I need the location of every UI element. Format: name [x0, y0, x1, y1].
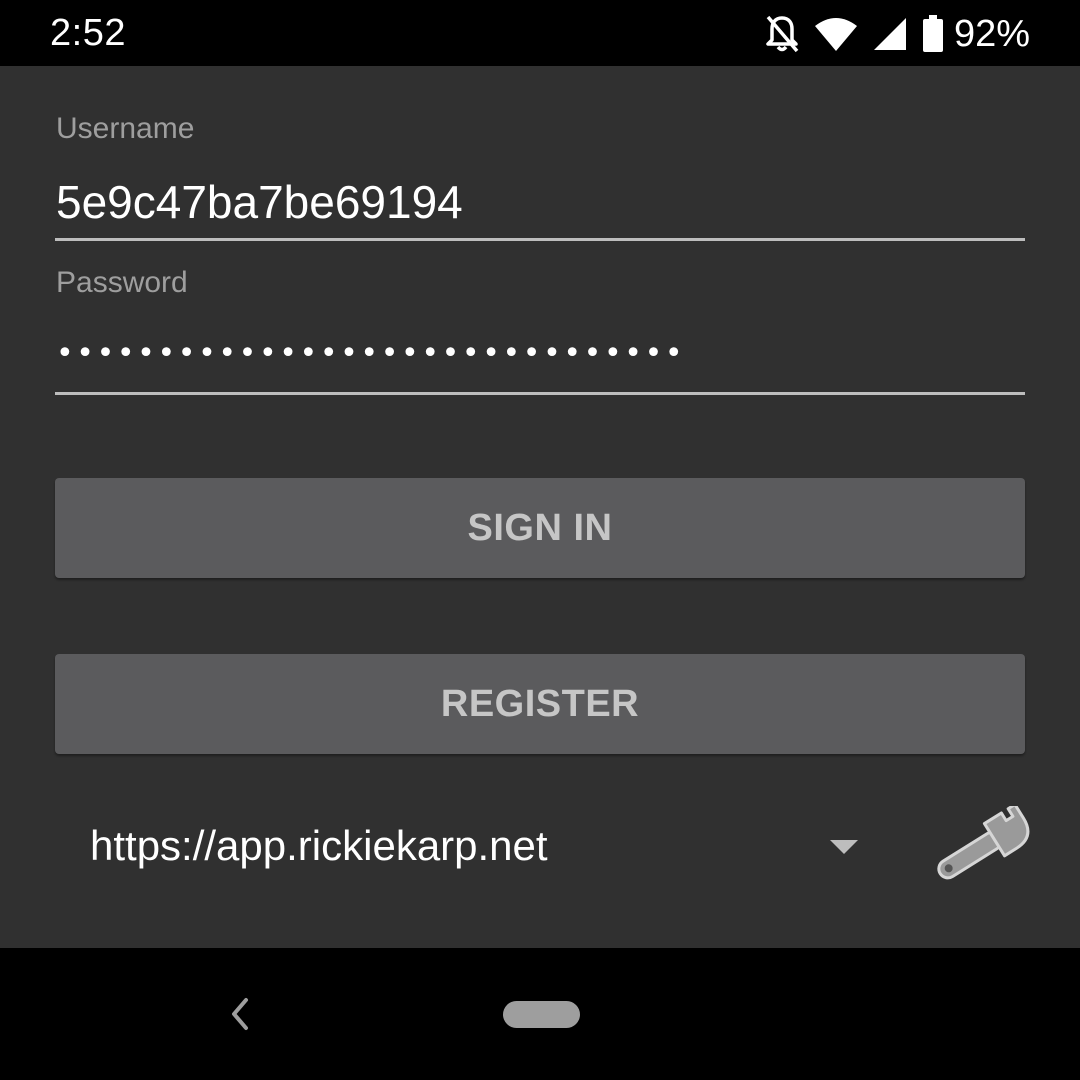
password-input[interactable]: •••••••••••••••••••••••••••••••: [56, 336, 685, 371]
home-pill[interactable]: [503, 1001, 580, 1028]
status-icons: 92%: [764, 12, 1030, 56]
battery-percentage: 92%: [953, 12, 1030, 55]
cell-signal-icon: [872, 16, 908, 52]
username-input[interactable]: 5e9c47ba7be69194: [56, 175, 463, 229]
status-time: 2:52: [50, 12, 126, 54]
password-underline: [55, 392, 1025, 395]
username-label: Username: [56, 112, 195, 145]
login-screen: 2:52 92% Username 5e9c47ba7be69194 Passw…: [0, 0, 1080, 1080]
register-button[interactable]: REGISTER: [55, 654, 1025, 754]
sign-in-button[interactable]: SIGN IN: [55, 478, 1025, 578]
wifi-icon: [814, 16, 858, 52]
status-bar: 2:52 92%: [0, 0, 1080, 66]
wrench-icon[interactable]: [924, 802, 1034, 893]
username-underline: [55, 238, 1025, 241]
battery-icon: [922, 15, 944, 53]
password-label: Password: [56, 266, 188, 299]
dropdown-arrow-icon[interactable]: [830, 840, 858, 859]
server-url-select[interactable]: https://app.rickiekarp.net: [90, 822, 548, 870]
notifications-off-icon: [764, 14, 800, 54]
back-icon[interactable]: [226, 996, 254, 1037]
